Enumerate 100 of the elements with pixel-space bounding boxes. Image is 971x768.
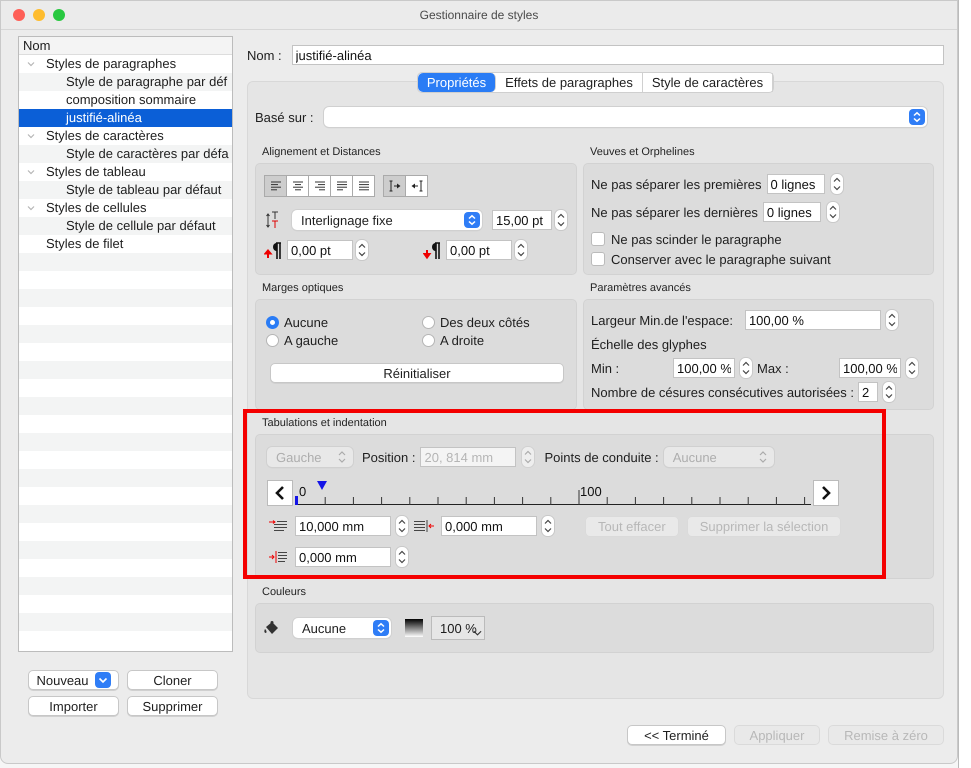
checkbox[interactable]	[591, 232, 605, 246]
field-label: Basé sur :	[255, 110, 314, 124]
list-button[interactable]: Supprimer	[127, 696, 218, 716]
left-indent-icon	[267, 551, 289, 563]
section-title: Couleurs	[261, 585, 308, 600]
align-left-icon	[268, 179, 282, 193]
direction-button[interactable]	[405, 175, 428, 197]
tab[interactable]: Style de caractères	[642, 73, 774, 92]
alignment-button[interactable]	[264, 175, 287, 197]
field-label: Max :	[757, 360, 790, 376]
align-center-icon	[290, 179, 304, 193]
style-list-item[interactable]: Style de caractères par défa	[19, 145, 232, 163]
reset-button[interactable]: Réinitialiser	[270, 363, 564, 383]
updown-icon	[464, 212, 480, 228]
min-space-field[interactable]: 100,00 %	[744, 310, 881, 330]
tab-marker[interactable]	[317, 481, 327, 490]
alignment-button[interactable]	[308, 175, 331, 197]
first-indent-field[interactable]: 10,000 mm	[295, 516, 391, 536]
scroll-right-button[interactable]	[813, 480, 839, 506]
style-list-item[interactable]: Style de cellule par défaut	[19, 217, 232, 235]
stepper[interactable]	[830, 173, 844, 195]
style-list-item[interactable]: Styles de tableau	[19, 163, 232, 181]
style-list-item[interactable]: Styles de caractères	[19, 127, 232, 145]
radio-label: A droite	[440, 333, 484, 348]
left-indent-field[interactable]: 0,000 mm	[295, 547, 391, 567]
cursor-left-icon	[410, 179, 424, 193]
space-after-field[interactable]: 0,00 pt	[446, 240, 512, 260]
list-button[interactable]: Nouveau	[28, 670, 119, 690]
lines-field[interactable]: 0 lignes	[766, 174, 825, 194]
style-list-item[interactable]: Styles de paragraphes	[19, 55, 232, 73]
section-title: Alignement et Distances	[261, 145, 382, 160]
style-list-item[interactable]: Styles de cellules	[19, 199, 232, 217]
style-list-item[interactable]: justifié-alinéa	[19, 109, 232, 127]
checkbox[interactable]	[591, 252, 605, 266]
cursor-right-icon	[388, 179, 402, 193]
radio-button[interactable]	[266, 334, 279, 347]
field-label: Points de conduite :	[544, 450, 659, 464]
field-label: Position :	[362, 450, 416, 464]
direction-button[interactable]	[383, 175, 406, 197]
list-button[interactable]: Importer	[28, 696, 119, 716]
stepper[interactable]	[514, 239, 528, 261]
align-justify-icon	[334, 179, 348, 193]
field-label: Largeur Min.de l'espace:	[591, 312, 733, 328]
spacing-field[interactable]: 15,00 pt	[492, 210, 552, 230]
space-before-icon	[264, 240, 282, 260]
dropdown-icon[interactable]	[94, 672, 111, 688]
line-spacing-select[interactable]: Interlignage fixe	[292, 210, 482, 230]
style-list-item[interactable]: Style de tableau par défaut	[19, 181, 232, 199]
dialog-button[interactable]: << Terminé	[627, 725, 726, 745]
list-button[interactable]: Cloner	[127, 670, 218, 690]
indent-marker[interactable]	[295, 496, 298, 505]
checkbox-label: Ne pas scinder le paragraphe	[611, 232, 782, 246]
lines-field[interactable]: 0 lignes	[762, 202, 821, 222]
stepper[interactable]	[905, 357, 919, 379]
window-title: Gestionnaire de styles	[420, 8, 538, 22]
alignment-button[interactable]	[330, 175, 353, 197]
radio-button[interactable]	[266, 316, 279, 329]
close-button[interactable]	[13, 9, 25, 21]
align-justify-all-icon	[356, 179, 370, 193]
paint-bucket-icon	[263, 620, 281, 636]
tab[interactable]: Effets de paragraphes	[496, 73, 643, 92]
ruler-label: 100	[580, 484, 602, 499]
stepper[interactable]	[739, 357, 753, 379]
stepper[interactable]	[884, 309, 899, 331]
chevron-right-icon	[820, 485, 832, 501]
section-title: Veuves et Orphelines	[589, 145, 696, 160]
name-field[interactable]: justifié-alinéa	[292, 45, 944, 65]
ruler[interactable]: 0 100	[295, 478, 811, 506]
tab[interactable]: Propriétés	[418, 73, 496, 92]
stepper[interactable]	[395, 546, 409, 568]
style-list-item[interactable]: composition sommaire	[19, 91, 232, 109]
alignment-button[interactable]	[352, 175, 375, 197]
ruler-label: 0	[299, 484, 306, 499]
color-select[interactable]: Aucune	[293, 618, 391, 638]
section-title: Paramètres avancés	[589, 281, 692, 296]
stepper[interactable]	[541, 515, 555, 537]
field-label: Min :	[591, 360, 620, 376]
radio-button[interactable]	[422, 334, 435, 347]
radio-label: Aucune	[284, 315, 328, 330]
field-label: Ne pas séparer les dernières	[591, 204, 758, 220]
right-indent-field[interactable]: 0,000 mm	[441, 516, 537, 536]
checkbox-label: Conserver avec le paragraphe suivant	[611, 252, 831, 266]
stepper[interactable]	[554, 209, 568, 231]
style-list-item[interactable]: Styles de filet	[19, 235, 232, 253]
shade-swatch	[405, 619, 423, 637]
right-indent-icon	[413, 520, 435, 532]
stepper[interactable]	[395, 515, 409, 537]
align-right-icon	[312, 179, 326, 193]
hyphens-field[interactable]: 2	[858, 382, 878, 402]
alignment-button[interactable]	[286, 175, 309, 197]
shade-field[interactable]: 100 %	[431, 616, 485, 640]
radio-button[interactable]	[422, 316, 435, 329]
space-before-field[interactable]: 0,00 pt	[287, 240, 353, 260]
stepper[interactable]	[826, 201, 840, 223]
space-after-icon	[423, 240, 441, 260]
scroll-left-button[interactable]	[267, 480, 293, 506]
style-list-item[interactable]: Style de paragraphe par déf	[19, 73, 232, 91]
stepper[interactable]	[355, 239, 369, 261]
field-label: Ne pas séparer les premières	[591, 176, 762, 192]
stepper[interactable]	[882, 381, 896, 403]
